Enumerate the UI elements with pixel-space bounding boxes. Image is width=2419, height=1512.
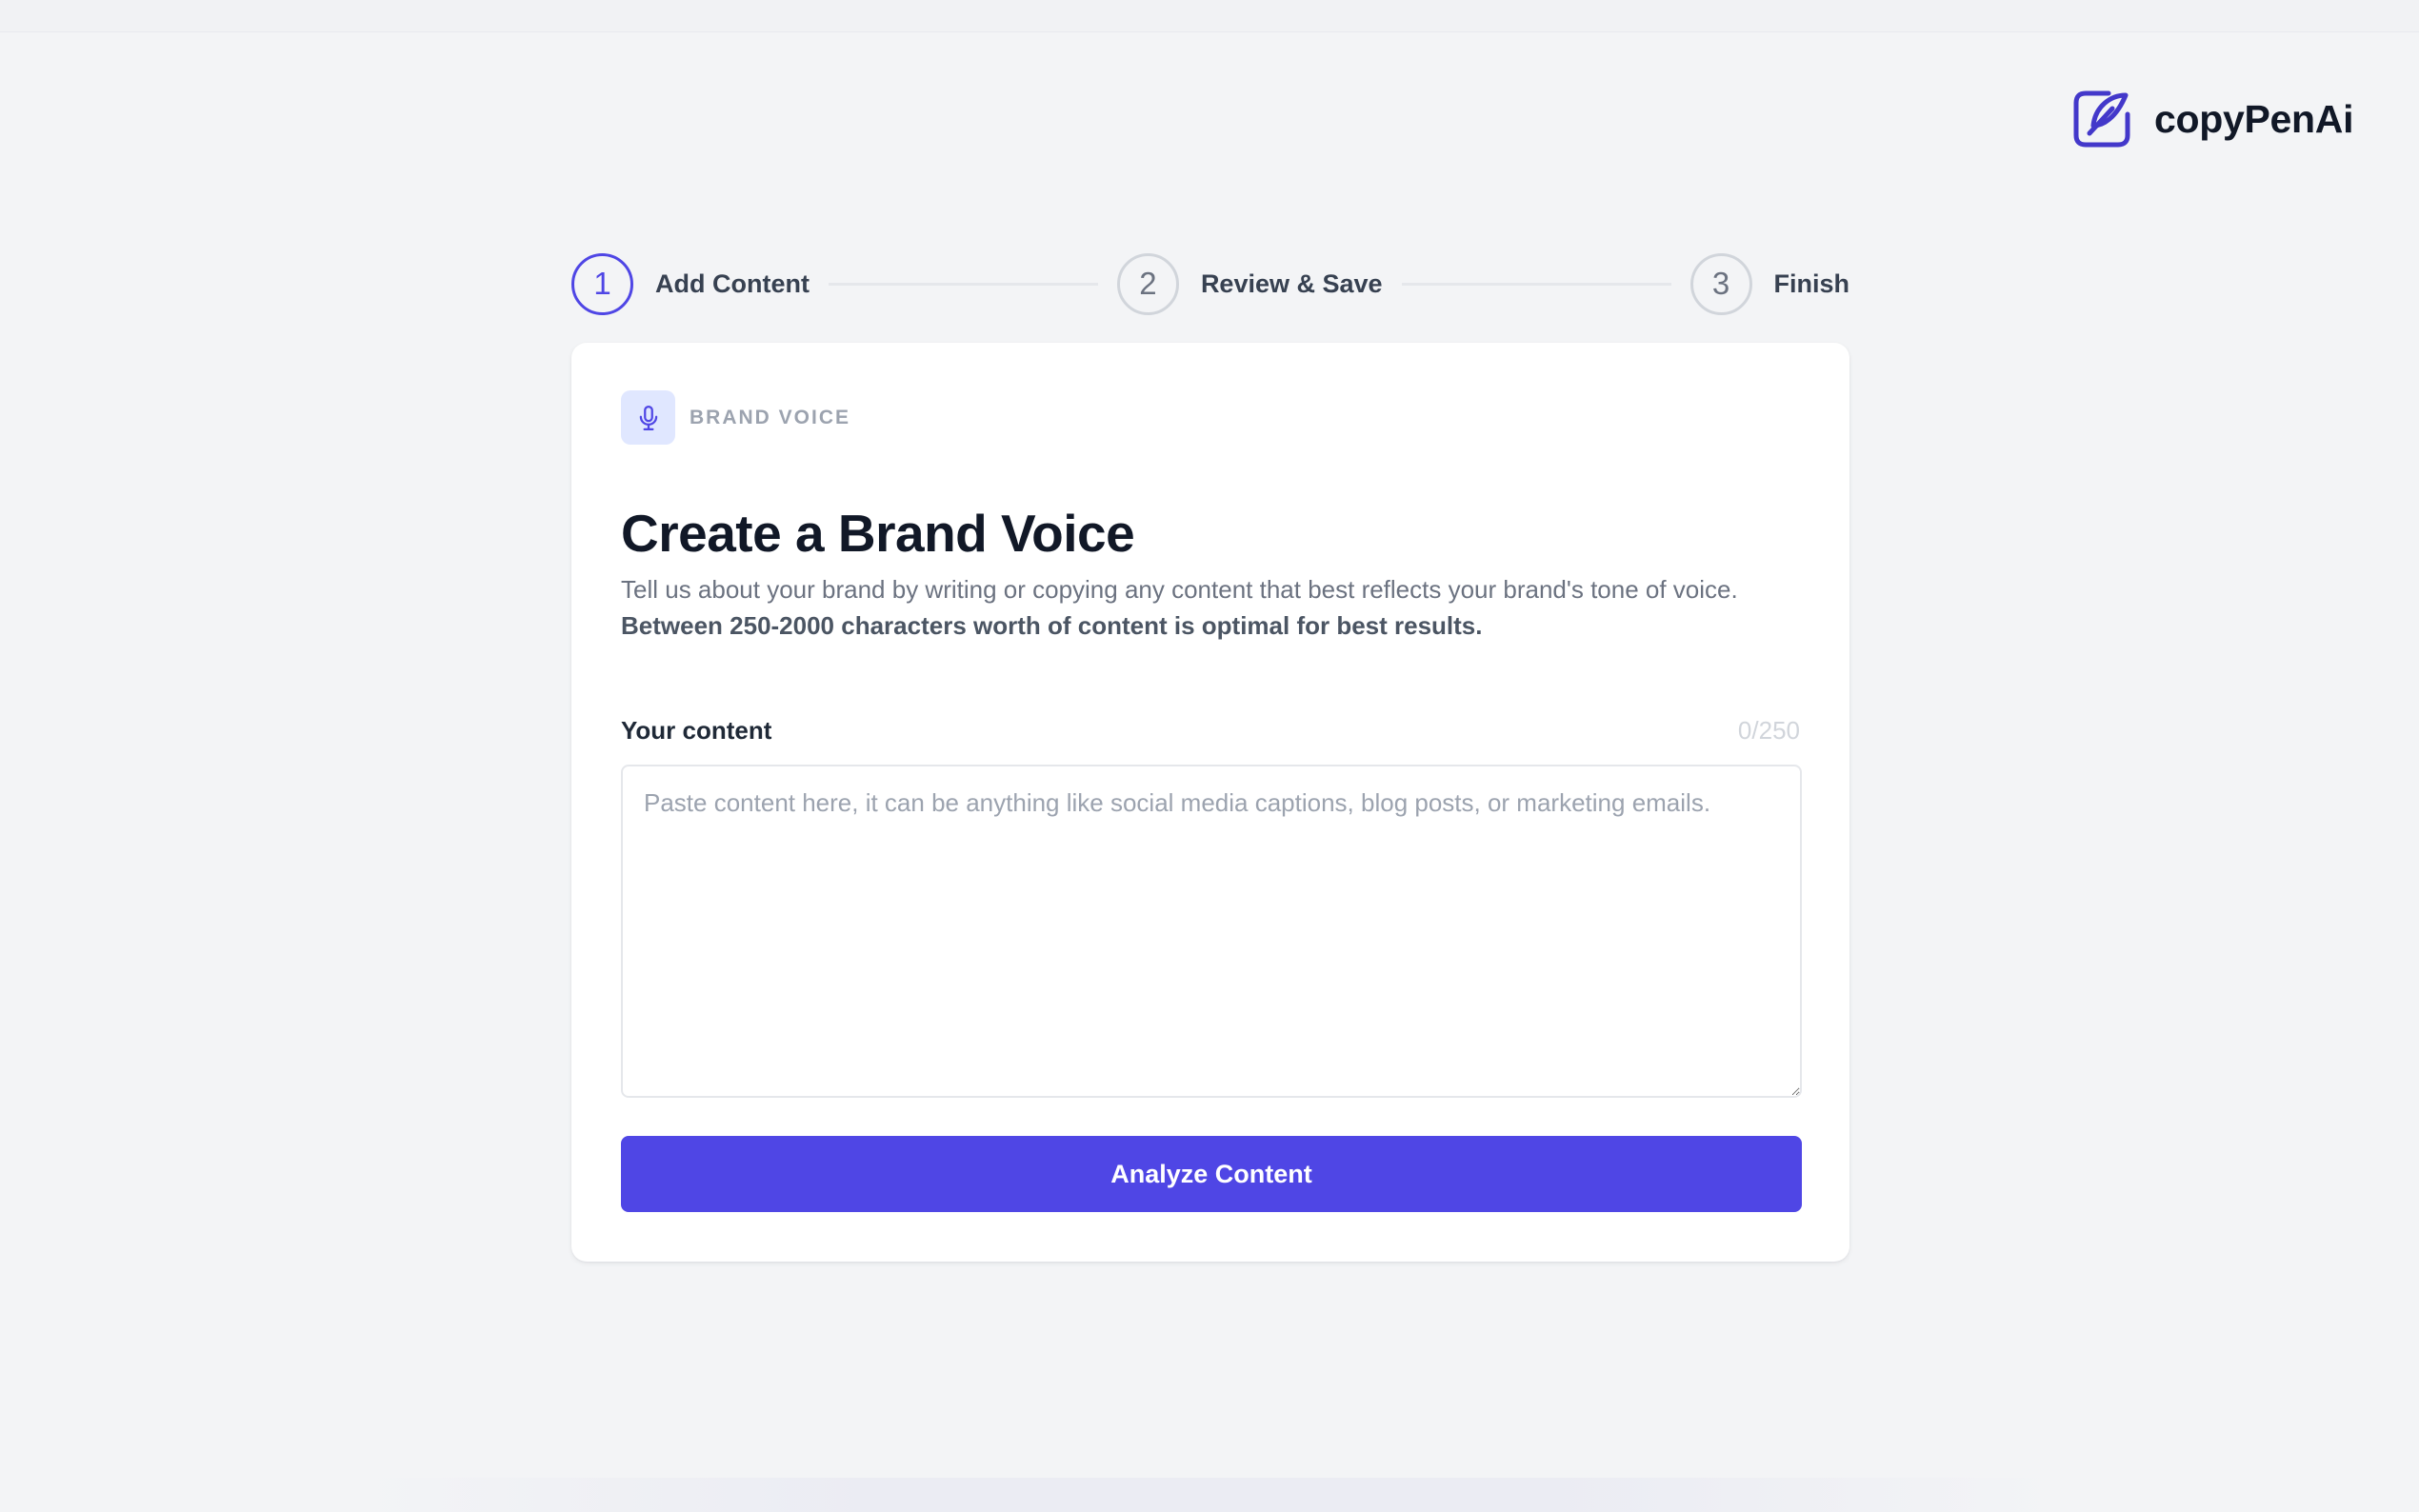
step-review-save[interactable]: 2 Review & Save	[1116, 252, 1383, 315]
badge-icon-container	[621, 390, 675, 445]
page-description: Tell us about your brand by writing or c…	[621, 571, 1811, 644]
step-add-content[interactable]: 1 Add Content	[571, 252, 810, 315]
character-counter: 0/250	[1737, 716, 1800, 745]
step-number: 2	[1116, 252, 1179, 315]
feather-pen-icon	[2073, 90, 2130, 148]
step-connector	[828, 282, 1098, 286]
content-textarea[interactable]	[621, 765, 1802, 1098]
analyze-content-button[interactable]: Analyze Content	[621, 1136, 1802, 1212]
badge-label: BRAND VOICE	[690, 406, 851, 428]
browser-top-strip	[0, 0, 2419, 32]
step-label: Finish	[1773, 269, 1850, 298]
step-finish[interactable]: 3 Finish	[1689, 252, 1850, 315]
step-connector	[1401, 282, 1671, 286]
brand-logo[interactable]: copyPenAi	[2070, 88, 2353, 150]
brand-name: copyPenAi	[2154, 96, 2354, 141]
step-number: 1	[571, 252, 633, 315]
step-number: 3	[1689, 252, 1752, 315]
step-label: Add Content	[655, 269, 810, 298]
progress-stepper: 1 Add Content 2 Review & Save 3 Finish	[571, 252, 1849, 315]
description-emphasis: Between 250-2000 characters worth of con…	[621, 611, 1483, 640]
step-label: Review & Save	[1200, 269, 1383, 298]
microphone-icon	[639, 405, 657, 430]
brand-voice-card: BRAND VOICE Create a Brand Voice Tell us…	[571, 343, 1849, 1262]
page-title: Create a Brand Voice	[621, 504, 1135, 563]
content-field-label: Your content	[621, 716, 772, 745]
section-badge: BRAND VOICE	[621, 390, 850, 445]
description-text: Tell us about your brand by writing or c…	[621, 575, 1738, 604]
bottom-fade	[362, 1478, 2057, 1512]
